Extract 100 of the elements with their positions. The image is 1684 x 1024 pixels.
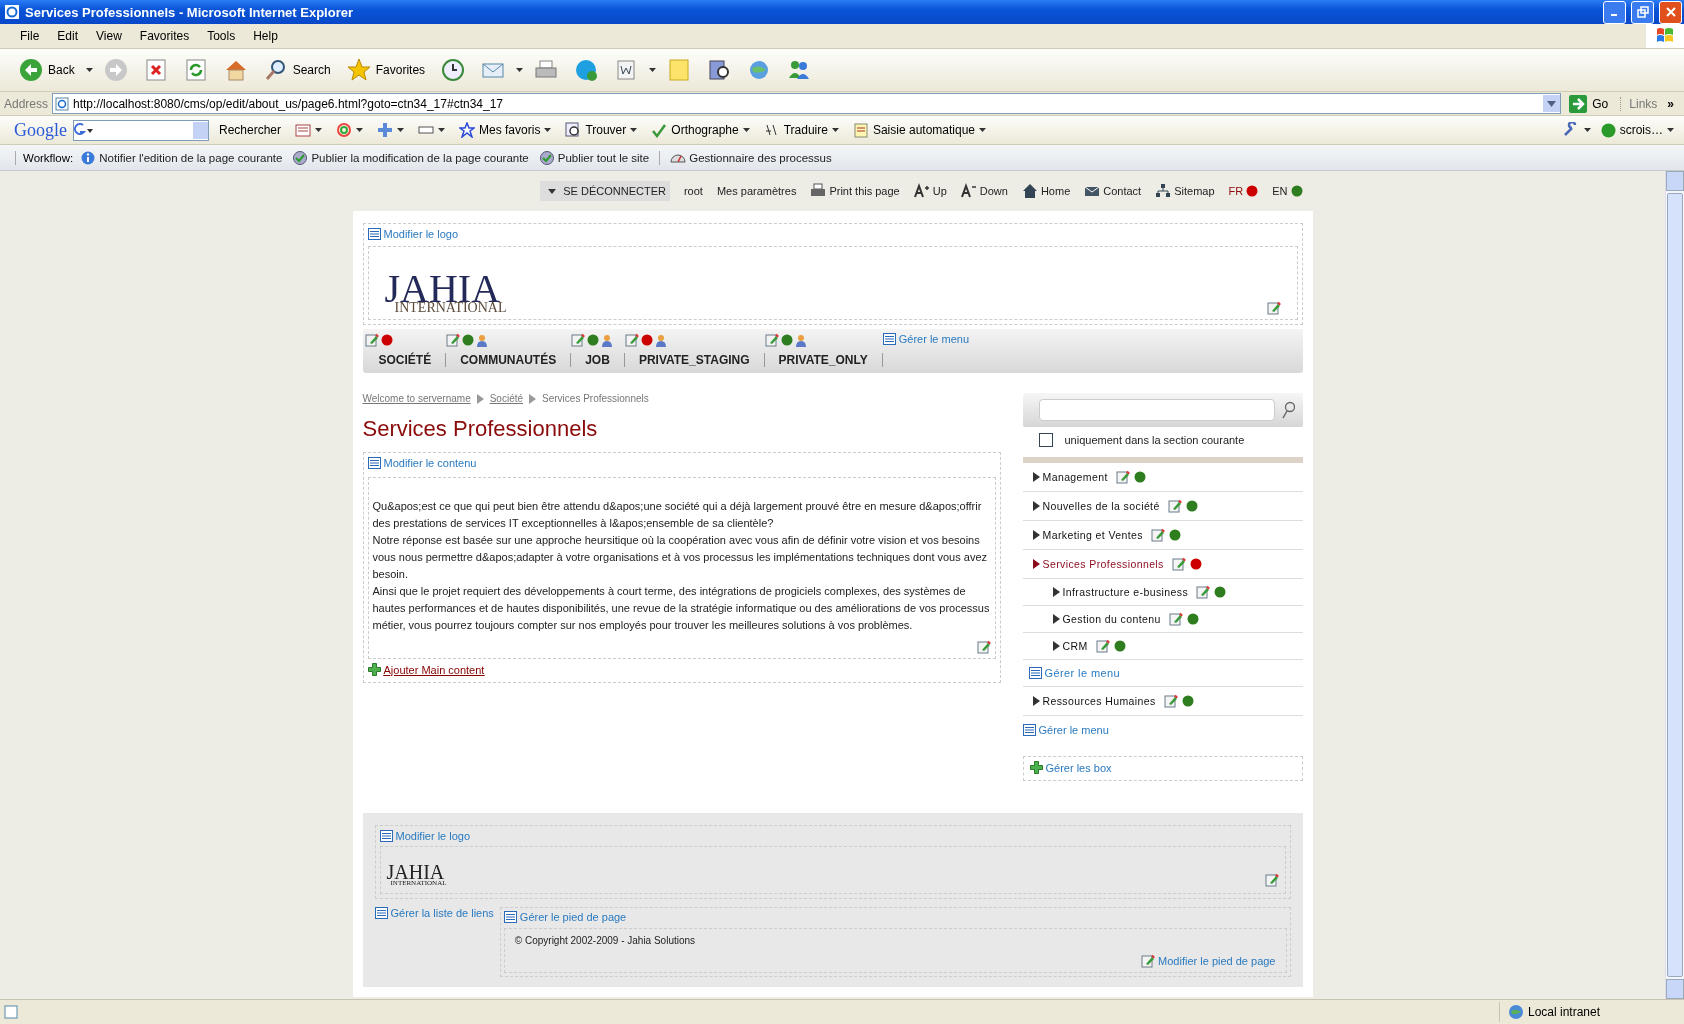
caret-icon[interactable] — [742, 128, 750, 132]
nav-link[interactable]: Marketing et Ventes — [1032, 529, 1143, 541]
minimize-button[interactable] — [1603, 0, 1626, 24]
edit-icon[interactable] — [1115, 470, 1130, 484]
search-button[interactable]: Rechercher — [215, 123, 286, 137]
caret-icon[interactable] — [544, 128, 552, 132]
edit-icon[interactable] — [624, 333, 639, 347]
nav-link[interactable]: Gestion du contenu — [1052, 613, 1161, 625]
toolbar-link[interactable]: Sitemap — [1155, 183, 1215, 199]
edit-icon[interactable] — [1163, 694, 1178, 708]
list-icon[interactable] — [374, 907, 388, 919]
plus-icon[interactable] — [1029, 761, 1043, 774]
workflow-button[interactable]: Publier tout le site — [535, 149, 653, 166]
caret-icon[interactable] — [630, 128, 638, 132]
edit-icon[interactable] — [1266, 301, 1281, 315]
nav-link[interactable]: Infrastructure e-business — [1052, 586, 1189, 598]
menu-tab[interactable]: COMMUNAUTÉS — [446, 353, 572, 367]
go-button[interactable]: Go — [1565, 94, 1617, 113]
edit-icon[interactable] — [1095, 639, 1110, 653]
search-button[interactable]: Search — [258, 55, 336, 85]
more-button[interactable]: » — [1661, 96, 1680, 111]
edit-icon[interactable] — [1196, 585, 1211, 599]
caret-icon[interactable] — [315, 128, 323, 132]
edit-icon[interactable] — [1141, 954, 1156, 968]
toolbar-link[interactable]: Up — [913, 183, 947, 199]
close-button[interactable] — [1659, 0, 1682, 24]
toolbar-link[interactable]: SE DÉCONNECTER — [540, 181, 670, 201]
breadcrumb-link[interactable]: Société — [489, 393, 524, 404]
edit-icon[interactable] — [976, 640, 991, 654]
caret-icon[interactable] — [438, 128, 446, 132]
edit-icon[interactable] — [1150, 528, 1165, 542]
edit-content-link[interactable]: Modifier le contenu — [367, 457, 477, 469]
menu-item[interactable]: File — [12, 27, 48, 45]
manage-footer-link[interactable]: Gérer le pied de page — [503, 911, 627, 923]
language-link[interactable]: FR — [1228, 185, 1244, 197]
close-icon[interactable] — [1664, 6, 1677, 18]
caret-icon[interactable] — [1583, 128, 1591, 132]
toolbar-button[interactable]: Mes favoris — [455, 122, 556, 138]
search-field[interactable] — [73, 119, 209, 141]
search-field[interactable] — [1038, 399, 1275, 421]
list-icon[interactable] — [367, 457, 381, 469]
workflow-button[interactable]: Gestionnaire des processus — [667, 149, 835, 166]
caret-icon[interactable] — [397, 128, 405, 132]
caret-icon[interactable] — [356, 128, 364, 132]
list-icon[interactable] — [367, 228, 381, 240]
edit-icon[interactable] — [1171, 557, 1186, 571]
scrollbar[interactable] — [1665, 171, 1684, 999]
back-button[interactable]: Back — [14, 55, 80, 85]
menu-tab[interactable]: PRIVATE_STAGING — [624, 353, 765, 367]
toolbar-link[interactable]: Home — [1021, 183, 1071, 199]
language-link[interactable]: EN — [1272, 185, 1288, 197]
nav-link[interactable]: Nouvelles de la société — [1032, 500, 1160, 512]
manage-links-link[interactable]: Gérer la liste de liens — [374, 907, 494, 919]
menu-tab[interactable]: SOCIÉTÉ — [364, 353, 447, 367]
manage-menu-link[interactable]: Gérer le menu — [1022, 724, 1109, 736]
address-field[interactable]: http://localhost:8080/cms/op/edit/about_us/page6.html?goto=ctn34_17#ctn34_17 — [52, 93, 1562, 114]
toolbar-button[interactable]: Saisie automatique — [848, 122, 990, 138]
list-icon[interactable] — [503, 911, 517, 923]
menu-item[interactable]: Tools — [199, 27, 244, 45]
edit-icon[interactable] — [764, 333, 779, 347]
caret-icon[interactable] — [649, 68, 657, 72]
manage-menu-link[interactable]: Gérer le menu — [1028, 667, 1120, 679]
edit-icon[interactable] — [446, 333, 461, 347]
g-logo-icon[interactable] — [74, 122, 94, 138]
manage-boxes-link[interactable]: Gérer les box — [1029, 761, 1112, 774]
menu-item[interactable]: Favorites — [131, 27, 198, 45]
plus-icon[interactable] — [367, 663, 381, 676]
edit-logo-link[interactable]: Modifier le logo — [379, 830, 471, 842]
list-icon[interactable] — [882, 333, 896, 345]
caret-icon[interactable] — [1667, 128, 1674, 132]
edit-logo-link[interactable]: Modifier le logo — [367, 228, 459, 240]
toolbar-link[interactable]: root — [683, 185, 703, 197]
toolbar-link[interactable]: Print this page — [810, 183, 900, 199]
add-content-link[interactable]: Ajouter Main content — [367, 663, 485, 676]
edit-icon[interactable] — [571, 333, 586, 347]
restore-button[interactable] — [1631, 0, 1654, 24]
breadcrumb-link[interactable]: Welcome to servername — [362, 393, 471, 404]
menu-tab[interactable]: PRIVATE_ONLY — [764, 353, 883, 367]
edit-icon[interactable] — [1167, 499, 1182, 513]
workflow-button[interactable]: Publier la modification de la page courante — [289, 149, 532, 166]
list-icon[interactable] — [379, 830, 393, 842]
toolbar-link[interactable]: Contact — [1084, 183, 1142, 199]
checkbox[interactable] — [1038, 433, 1053, 447]
menu-item[interactable]: Edit — [49, 27, 87, 45]
caret-icon[interactable] — [516, 68, 524, 72]
list-icon[interactable] — [1028, 667, 1042, 679]
toolbar-button[interactable]: Trouver — [561, 122, 642, 138]
nav-link[interactable]: Management — [1032, 471, 1108, 483]
nav-link[interactable]: CRM — [1052, 640, 1088, 652]
toolbar-button[interactable]: Orthographe — [647, 122, 754, 138]
favorites-button[interactable]: Favorites — [341, 55, 431, 85]
account-button[interactable]: scrois… — [1596, 122, 1678, 138]
restore-icon[interactable] — [1636, 6, 1649, 18]
nav-link[interactable]: Services Professionnels — [1032, 558, 1164, 570]
toolbar-link[interactable]: Mes paramètres — [716, 185, 797, 197]
toolbar-button[interactable]: Traduire — [759, 122, 843, 138]
menu-item[interactable]: View — [88, 27, 130, 45]
search-icon[interactable] — [1280, 401, 1295, 419]
edit-icon[interactable] — [1168, 612, 1183, 626]
links-button[interactable]: Links — [1620, 96, 1658, 111]
